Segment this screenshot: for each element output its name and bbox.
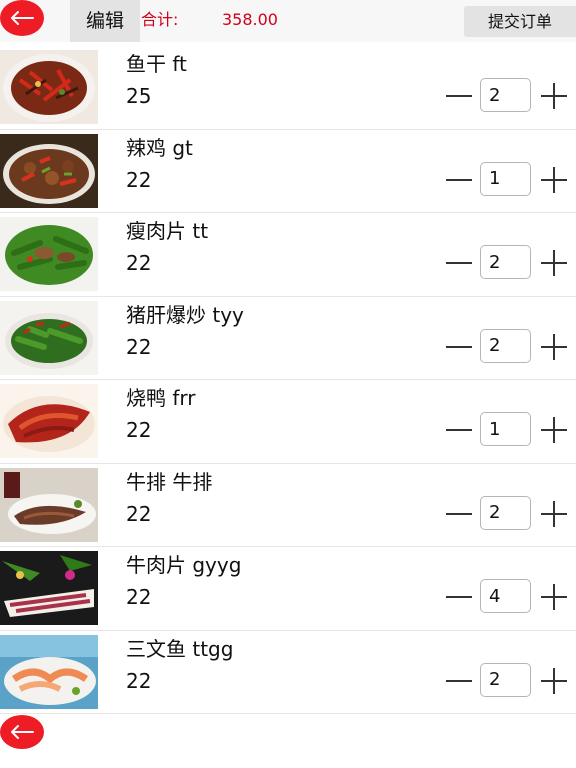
total-amount: 358.00 bbox=[222, 10, 278, 29]
decrease-quantity-button[interactable] bbox=[444, 82, 474, 110]
item-name: 牛排 牛排 bbox=[126, 469, 213, 494]
decrease-quantity-button[interactable] bbox=[444, 583, 474, 611]
increase-quantity-button[interactable] bbox=[539, 416, 569, 444]
item-name: 鱼干 ft bbox=[126, 52, 187, 76]
item-name: 辣鸡 gt bbox=[126, 135, 193, 160]
quantity-input[interactable] bbox=[480, 78, 531, 112]
decrease-quantity-button[interactable] bbox=[444, 333, 474, 361]
item-price: 25 bbox=[126, 84, 152, 108]
item-price: 22 bbox=[126, 167, 152, 192]
item-price: 22 bbox=[126, 668, 152, 693]
left-arrow-icon bbox=[11, 11, 34, 25]
item-name: 三文鱼 ttgg bbox=[126, 636, 234, 661]
increase-quantity-button[interactable] bbox=[539, 82, 569, 110]
quantity-input[interactable] bbox=[480, 245, 531, 279]
item-name: 瘦肉片 tt bbox=[126, 219, 209, 243]
item-price: 22 bbox=[126, 334, 152, 359]
increase-quantity-button[interactable] bbox=[539, 583, 569, 611]
cart-item: 鱼干 ft 25 bbox=[0, 46, 576, 130]
quantity-input[interactable] bbox=[480, 412, 531, 446]
cart-item: 辣鸡 gt 22 bbox=[0, 130, 576, 213]
salmon-dish-image bbox=[0, 634, 98, 709]
increase-quantity-button[interactable] bbox=[539, 333, 569, 361]
bottom-back-button[interactable] bbox=[0, 715, 44, 749]
item-name: 牛肉片 gyyg bbox=[126, 553, 242, 577]
dried-fish-dish-image bbox=[0, 50, 98, 124]
roast-duck-dish-image bbox=[0, 384, 98, 458]
cart-item-list: 鱼干 ft 25 辣鸡 gt 22 bbox=[0, 46, 576, 714]
pork-slices-dish-image bbox=[0, 217, 98, 291]
item-name: 猪肝爆炒 tyy bbox=[126, 302, 244, 327]
decrease-quantity-button[interactable] bbox=[444, 667, 474, 695]
quantity-input[interactable] bbox=[480, 328, 531, 363]
item-name: 烧鸭 frr bbox=[126, 386, 196, 410]
increase-quantity-button[interactable] bbox=[539, 166, 569, 194]
quantity-input[interactable] bbox=[480, 662, 531, 697]
beef-slices-dish-image bbox=[0, 551, 98, 625]
cart-item: 瘦肉片 tt 22 bbox=[0, 213, 576, 297]
increase-quantity-button[interactable] bbox=[539, 249, 569, 277]
cart-item: 三文鱼 ttgg 22 bbox=[0, 631, 576, 714]
back-button[interactable] bbox=[0, 0, 44, 36]
quantity-input[interactable] bbox=[480, 161, 531, 196]
increase-quantity-button[interactable] bbox=[539, 500, 569, 528]
decrease-quantity-button[interactable] bbox=[444, 500, 474, 528]
total-label: 合计: bbox=[141, 10, 179, 29]
spicy-chicken-dish-image bbox=[0, 133, 98, 208]
quantity-input[interactable] bbox=[480, 579, 531, 613]
decrease-quantity-button[interactable] bbox=[444, 416, 474, 444]
edit-button[interactable]: 编辑 bbox=[70, 0, 140, 42]
pork-liver-dish-image bbox=[0, 300, 98, 375]
left-arrow-icon bbox=[11, 725, 34, 739]
item-price: 22 bbox=[126, 251, 152, 275]
decrease-quantity-button[interactable] bbox=[444, 249, 474, 277]
item-price: 22 bbox=[126, 501, 152, 526]
cart-item: 牛肉片 gyyg 22 bbox=[0, 547, 576, 631]
steak-dish-image bbox=[0, 467, 98, 542]
cart-item: 猪肝爆炒 tyy 22 bbox=[0, 297, 576, 380]
item-price: 22 bbox=[126, 418, 152, 442]
top-bar: 编辑 合计: 358.00 提交订单 bbox=[0, 0, 576, 42]
cart-item: 烧鸭 frr 22 bbox=[0, 380, 576, 464]
increase-quantity-button[interactable] bbox=[539, 667, 569, 695]
quantity-input[interactable] bbox=[480, 495, 531, 530]
cart-item: 牛排 牛排 22 bbox=[0, 464, 576, 547]
submit-order-button[interactable]: 提交订单 bbox=[464, 6, 576, 37]
item-price: 22 bbox=[126, 585, 152, 609]
decrease-quantity-button[interactable] bbox=[444, 166, 474, 194]
